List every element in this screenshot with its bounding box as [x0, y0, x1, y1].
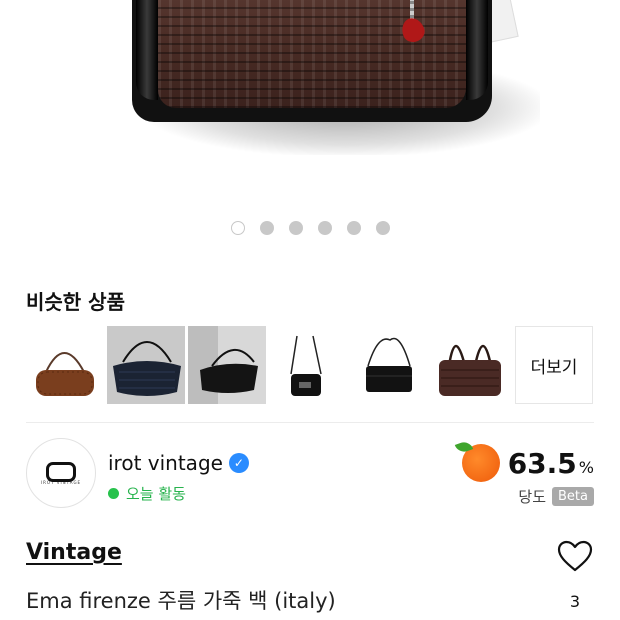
bag-edge-right — [466, 0, 488, 100]
pagination-dot[interactable] — [288, 221, 303, 235]
section-divider — [26, 422, 594, 423]
score-unit: % — [578, 457, 594, 477]
handbag-photo — [132, 0, 492, 122]
score-value: 63.5 — [507, 446, 577, 480]
heart-icon[interactable] — [557, 540, 593, 572]
pagination-dot[interactable] — [259, 221, 274, 235]
bag-edge-left — [136, 0, 158, 100]
similar-item-clutch[interactable] — [350, 326, 428, 404]
product-hero-image[interactable] — [0, 0, 620, 210]
seller-activity-label: 오늘 활동 — [126, 485, 186, 503]
score-label: 당도 — [518, 488, 547, 506]
pagination-dot[interactable] — [317, 221, 332, 235]
similar-item-brown-bag[interactable] — [26, 326, 104, 404]
similar-item-crossbody-bag[interactable] — [269, 326, 347, 404]
online-status-dot-icon — [108, 488, 119, 499]
verified-check-icon: ✓ — [228, 453, 249, 473]
pagination-dot[interactable] — [375, 221, 390, 235]
product-title: Ema firenze 주름 가죽 백 (italy) — [26, 589, 336, 613]
pagination-dot[interactable] — [230, 221, 245, 235]
brown-shoulder-bag-icon — [36, 352, 94, 396]
seller-avatar[interactable]: IROT VINTAGE — [26, 438, 96, 508]
seller-name[interactable]: irot vintage — [108, 451, 223, 475]
seller-name-row[interactable]: irot vintage ✓ — [108, 451, 249, 475]
orange-fruit-icon — [461, 444, 500, 482]
similar-item-tote-bag[interactable] — [431, 326, 509, 404]
score-label-row: 당도 Beta — [518, 486, 594, 507]
similar-products-title: 비슷한 상품 — [26, 290, 125, 314]
image-pagination — [0, 221, 620, 235]
product-brand-link[interactable]: Vintage — [26, 540, 122, 565]
brown-tote-bag-icon — [439, 344, 501, 396]
beta-badge: Beta — [552, 487, 594, 506]
black-crossbody-clutch-icon — [366, 337, 412, 392]
seller-logo-icon — [46, 461, 76, 482]
similar-item-black-bag[interactable] — [188, 326, 266, 404]
bag-leather-body — [158, 0, 466, 108]
navy-croc-shoulder-bag-icon — [107, 326, 185, 404]
sweetness-score[interactable]: 63.5 % — [461, 444, 594, 482]
black-shoulder-bag-photo-icon — [188, 326, 266, 404]
seller-activity: 오늘 활동 — [108, 483, 186, 504]
pagination-dot[interactable] — [346, 221, 361, 235]
like-count: 3 — [569, 592, 580, 611]
similar-item-navy-bag[interactable] — [107, 326, 185, 404]
similar-products-list: 더보기 — [26, 326, 593, 404]
more-similar-button[interactable]: 더보기 — [515, 326, 593, 404]
black-crossbody-bag-icon — [290, 335, 322, 396]
